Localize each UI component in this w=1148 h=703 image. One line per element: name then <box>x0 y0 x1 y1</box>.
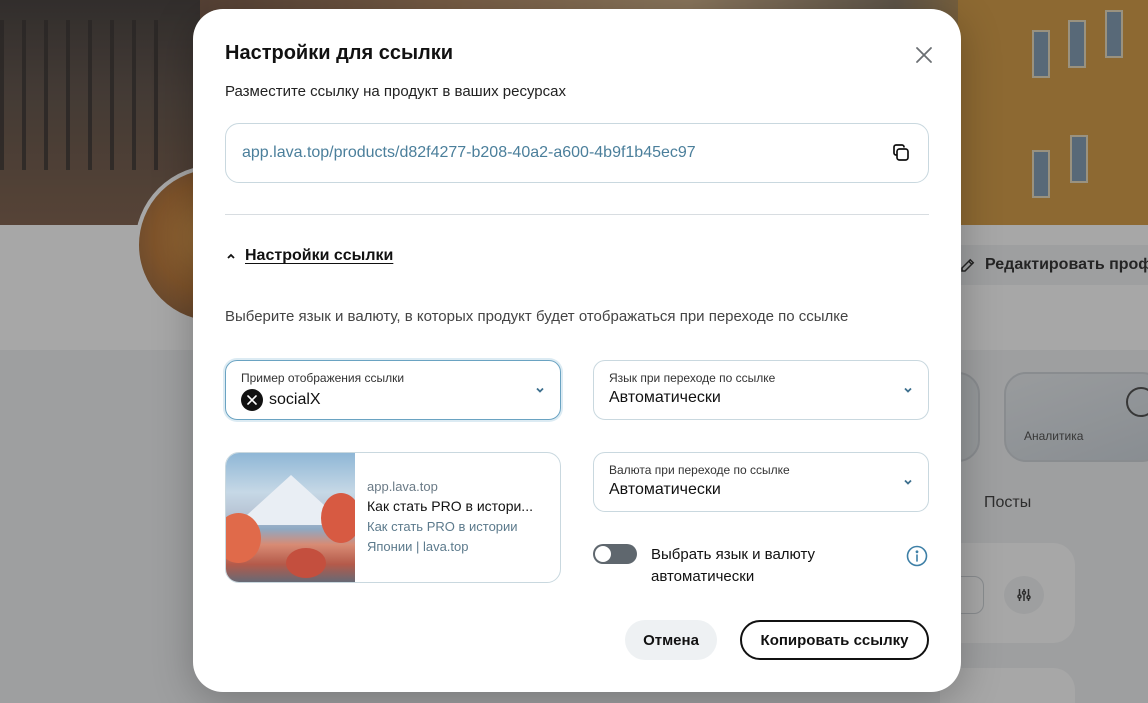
chevron-up-icon <box>227 253 235 259</box>
link-settings-toggle[interactable]: Настройки ссылки <box>225 247 393 265</box>
language-select[interactable]: Язык при переходе по ссылке Автоматическ… <box>593 360 929 420</box>
select-label: Валюта при переходе по ссылке <box>609 463 790 477</box>
settings-description: Выберите язык и валюту, в которых продук… <box>225 308 849 325</box>
preview-title: Как стать PRO в истори... <box>367 498 533 514</box>
currency-select[interactable]: Валюта при переходе по ссылке Автоматиче… <box>593 452 929 512</box>
chevron-down-icon <box>904 479 912 485</box>
chevron-down-icon <box>904 387 912 393</box>
info-icon[interactable] <box>906 545 928 567</box>
link-settings-modal: Настройки для ссылки Разместите ссылку н… <box>193 9 961 692</box>
auto-select-label: Выбрать язык и валюту автоматически <box>651 546 815 585</box>
select-value: Автоматически <box>609 389 721 406</box>
preview-image <box>226 453 355 582</box>
divider <box>225 214 929 215</box>
cancel-button[interactable]: Отмена <box>625 620 717 660</box>
preview-description: Как стать PRO в истории Японии | lava.to… <box>367 519 518 554</box>
select-value: socialX <box>269 391 321 408</box>
close-icon <box>916 47 932 63</box>
copy-link-button[interactable]: Копировать ссылку <box>740 620 929 660</box>
close-button[interactable] <box>911 42 937 68</box>
select-value: Автоматически <box>609 481 721 498</box>
select-label: Пример отображения ссылки <box>241 371 405 385</box>
link-settings-label: Настройки ссылки <box>245 247 394 264</box>
chevron-down-icon <box>536 387 544 393</box>
select-label: Язык при переходе по ссылке <box>609 371 776 385</box>
modal-title: Настройки для ссылки <box>225 42 454 64</box>
link-preview-card: app.lava.top Как стать PRO в истори... К… <box>225 452 561 583</box>
x-logo-icon <box>241 389 263 411</box>
copy-icon[interactable] <box>890 142 912 164</box>
auto-select-toggle[interactable] <box>593 544 637 564</box>
product-link-text[interactable]: app.lava.top/products/d82f4277-b208-40a2… <box>242 144 890 162</box>
display-example-select[interactable]: Пример отображения ссылки socialX <box>225 360 561 420</box>
preview-domain: app.lava.top <box>367 479 438 494</box>
product-link-field[interactable]: app.lava.top/products/d82f4277-b208-40a2… <box>225 123 929 183</box>
modal-subtitle: Разместите ссылку на продукт в ваших рес… <box>225 83 566 100</box>
